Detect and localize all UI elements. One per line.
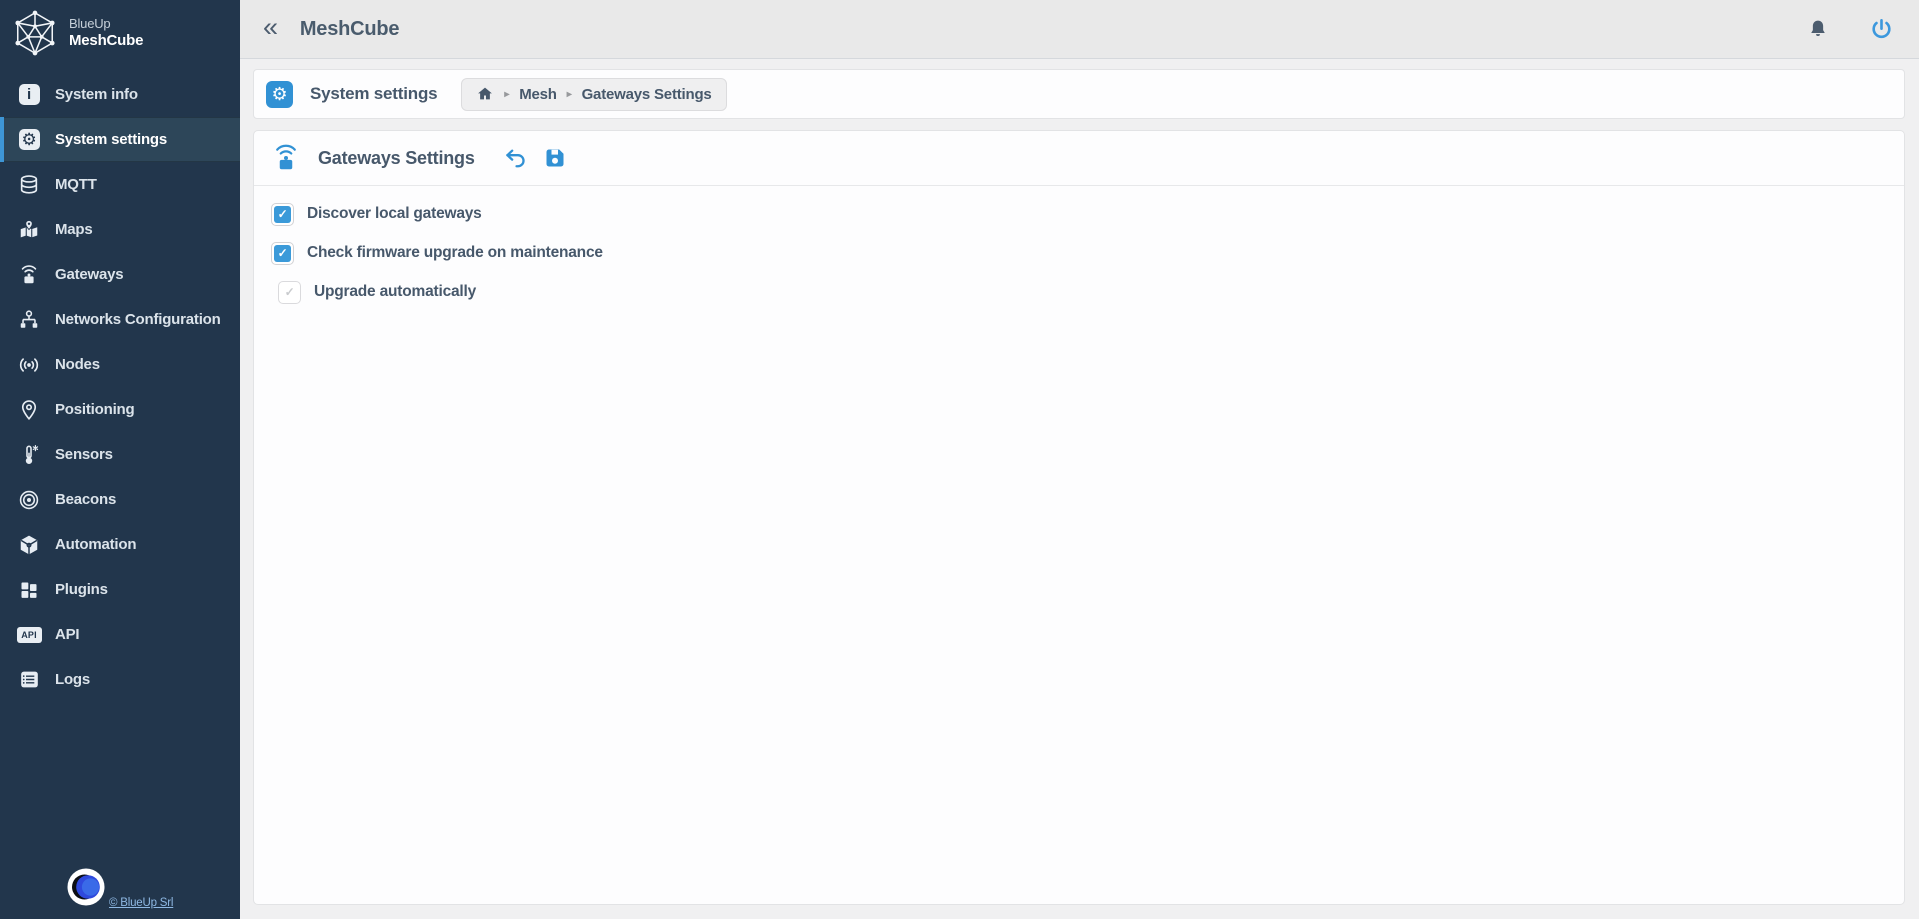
database-icon [16,173,42,197]
topbar: « MeshCube [240,0,1919,59]
checkbox-row: ✓ Discover local gateways [271,200,1887,228]
plugins-grid-icon [16,578,42,602]
undo-button[interactable] [503,146,528,171]
sidebar: BlueUp MeshCube i System info ⚙ System s… [0,0,240,919]
checkmark-icon: ✓ [284,285,295,299]
logs-icon [16,668,42,692]
sidebar-item-system-info[interactable]: i System info [0,72,240,117]
brand: BlueUp MeshCube [0,0,240,66]
checkbox-row: ✓ Check firmware upgrade on maintenance [271,239,1887,267]
breadcrumb-separator-icon: ▸ [566,88,572,100]
content: ⚙ System settings ▸ Mesh ▸ Gateways Sett… [240,59,1919,919]
nodes-icon [16,353,42,377]
checkbox-check-firmware-upgrade[interactable]: ✓ [271,241,294,265]
automation-box-icon [16,533,42,557]
gear-square-icon: ⚙ [16,128,42,152]
breadcrumb: ▸ Mesh ▸ Gateways Settings [461,77,727,111]
collapse-sidebar-button[interactable]: « [263,13,278,41]
breadcrumb-bar: ⚙ System settings ▸ Mesh ▸ Gateways Sett… [253,69,1905,119]
sidebar-item-sensors[interactable]: Sensors [0,432,240,477]
checkbox-upgrade-automatically: ✓ [278,280,301,304]
home-icon[interactable] [476,85,494,103]
panel-header: Gateways Settings [254,131,1904,186]
map-icon [16,218,42,242]
breadcrumb-separator-icon: ▸ [504,88,510,100]
checkbox-label: Check firmware upgrade on maintenance [307,244,603,261]
api-icon: API [16,623,42,647]
bell-icon [1807,18,1829,40]
sidebar-item-networks-configuration[interactable]: Networks Configuration [0,297,240,342]
location-pin-icon [16,398,42,422]
sidebar-item-beacons[interactable]: Beacons [0,477,240,522]
sidebar-footer: © BlueUp Srl [0,868,240,911]
network-icon [16,308,42,332]
notifications-button[interactable] [1807,18,1829,40]
blueup-logo-icon [67,868,105,906]
mesh-logo-icon [12,10,58,56]
thermometer-icon [16,443,42,467]
sidebar-item-plugins[interactable]: Plugins [0,567,240,612]
checkbox-label: Discover local gateways [307,205,482,222]
app-root: BlueUp MeshCube i System info ⚙ System s… [0,0,1919,919]
checkbox-discover-local-gateways[interactable]: ✓ [271,202,294,226]
beacon-icon [16,488,42,512]
checkmark-icon: ✓ [274,205,291,223]
breadcrumb-item-gateways-settings: Gateways Settings [581,85,712,103]
info-square-icon: i [16,83,42,107]
section-gear-icon: ⚙ [266,80,293,108]
power-icon [1869,17,1894,42]
checkmark-icon: ✓ [274,244,291,262]
sidebar-item-logs[interactable]: Logs [0,657,240,702]
sidebar-item-system-settings[interactable]: ⚙ System settings [0,117,240,162]
sidebar-item-api[interactable]: API API [0,612,240,657]
undo-icon [503,146,528,171]
gateway-icon [16,263,42,287]
save-button[interactable] [543,146,567,170]
gateway-icon [271,143,301,173]
sidebar-item-positioning[interactable]: Positioning [0,387,240,432]
copyright-link[interactable]: © BlueUp Srl [109,897,173,909]
brand-subtitle: MeshCube [69,31,144,49]
breadcrumb-item-mesh[interactable]: Mesh [519,86,557,103]
logout-power-button[interactable] [1869,17,1894,42]
brand-title: BlueUp [69,15,111,31]
save-floppy-icon [543,146,567,170]
panel-body: ✓ Discover local gateways ✓ Check firmwa… [254,186,1904,331]
checkbox-row: ✓ Upgrade automatically [278,278,1887,306]
sidebar-item-automation[interactable]: Automation [0,522,240,567]
sidebar-item-gateways[interactable]: Gateways [0,252,240,297]
panel-title: Gateways Settings [318,147,475,168]
checkbox-label: Upgrade automatically [314,283,477,300]
main-area: « MeshCube ⚙ System settings ▸ Mesh ▸ Ga… [240,0,1919,919]
sidebar-nav: i System info ⚙ System settings MQTT Map… [0,72,240,919]
page-title: MeshCube [299,17,400,40]
sidebar-item-maps[interactable]: Maps [0,207,240,252]
sidebar-item-nodes[interactable]: Nodes [0,342,240,387]
section-title: System settings [310,84,438,103]
gateways-settings-panel: Gateways Settings ✓ Discover local gatew… [253,130,1905,905]
sidebar-item-mqtt[interactable]: MQTT [0,162,240,207]
